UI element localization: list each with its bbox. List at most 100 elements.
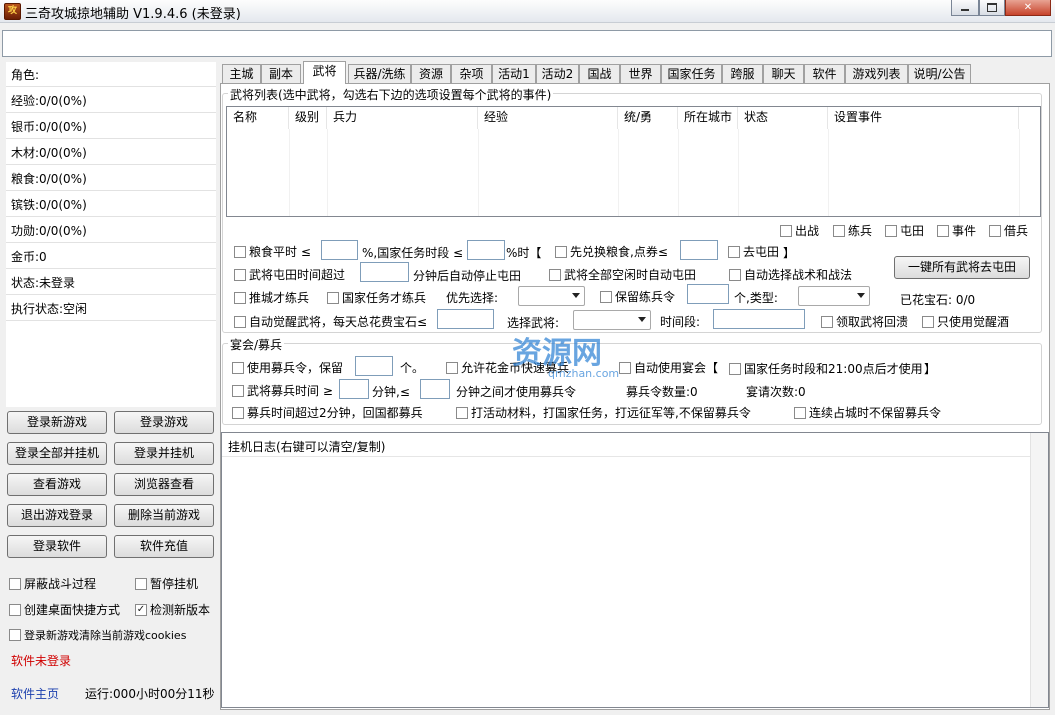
all-generals-farm-button[interactable]: 一键所有武将去屯田 xyxy=(894,256,1030,279)
exchange-first-checkbox[interactable] xyxy=(555,245,567,258)
view-game-button[interactable]: 查看游戏 xyxy=(7,473,107,496)
auto-awaken-option[interactable]: 自动觉醒武将，每天总花费宝石≤ xyxy=(234,313,427,330)
login-game-button[interactable]: 登录游戏 xyxy=(114,411,214,434)
continuous-capture-checkbox[interactable] xyxy=(794,406,806,419)
tab-game-list[interactable]: 游戏列表 xyxy=(845,64,908,83)
auto-awaken-checkbox[interactable] xyxy=(234,315,246,328)
clear-cookies-option[interactable]: 登录新游戏清除当前游戏cookies xyxy=(9,627,186,643)
exchange-first-option[interactable]: 先兑换粮食,点券≤ xyxy=(555,243,668,260)
train-city-option[interactable]: 推城才练兵 xyxy=(234,289,309,306)
login-new-game-button[interactable]: 登录新游戏 xyxy=(7,411,107,434)
event-borrow-option[interactable]: 借兵 xyxy=(989,222,1028,239)
awaken-wine-checkbox[interactable] xyxy=(922,315,934,328)
recruit-keep-input[interactable] xyxy=(355,356,393,376)
allow-gold-checkbox[interactable] xyxy=(446,361,458,374)
general-list[interactable]: 名称 级别 兵力 经验 统/勇 所在城市 状态 设置事件 xyxy=(226,106,1041,217)
col-leadership[interactable]: 统/勇 xyxy=(618,107,678,129)
event-event-option[interactable]: 事件 xyxy=(937,222,976,239)
tab-dungeon[interactable]: 副本 xyxy=(261,64,301,83)
all-idle-farm-option[interactable]: 武将全部空闲时自动屯田 xyxy=(549,266,696,283)
url-input[interactable] xyxy=(2,30,1052,57)
keep-token-option[interactable]: 保留练兵令 xyxy=(600,288,675,305)
food-national-input[interactable] xyxy=(467,240,505,260)
browser-view-button[interactable]: 浏览器查看 xyxy=(114,473,214,496)
claim-return-checkbox[interactable] xyxy=(821,315,833,328)
go-farm-option[interactable]: 去屯田 xyxy=(728,243,779,260)
train-city-checkbox[interactable] xyxy=(234,291,246,304)
event-materials-checkbox[interactable] xyxy=(456,406,468,419)
select-general-dropdown[interactable] xyxy=(573,310,651,330)
login-and-hang-button[interactable]: 登录并挂机 xyxy=(114,442,214,465)
col-city[interactable]: 所在城市 xyxy=(678,107,738,129)
pause-option[interactable]: 暂停挂机 xyxy=(135,575,198,592)
food-flat-checkbox[interactable] xyxy=(234,245,246,258)
close-button[interactable]: ✕ xyxy=(1005,0,1051,16)
national-after-checkbox[interactable] xyxy=(729,362,741,375)
farm-time-input[interactable] xyxy=(360,262,409,282)
event-train-option[interactable]: 练兵 xyxy=(833,222,872,239)
event-borrow-checkbox[interactable] xyxy=(989,224,1001,237)
recruit-time-checkbox[interactable] xyxy=(232,384,244,397)
logout-game-button[interactable]: 退出游戏登录 xyxy=(7,504,107,527)
block-battle-option[interactable]: 屏蔽战斗过程 xyxy=(9,575,96,592)
awaken-wine-option[interactable]: 只使用觉醒酒 xyxy=(922,313,1009,330)
desktop-shortcut-checkbox[interactable] xyxy=(9,603,21,616)
event-train-checkbox[interactable] xyxy=(833,224,845,237)
tab-cross-server[interactable]: 跨服 xyxy=(722,64,763,83)
desktop-shortcut-option[interactable]: 创建桌面快捷方式 xyxy=(9,601,120,618)
recruit-time-max-input[interactable] xyxy=(420,379,450,399)
over-2min-option[interactable]: 募兵时间超过2分钟，回国都募兵 xyxy=(232,404,423,421)
national-after-option[interactable]: 国家任务时段和21:00点后才使用 xyxy=(729,360,923,377)
recruit-time-min-input[interactable] xyxy=(339,379,369,399)
claim-return-option[interactable]: 领取武将回溃 xyxy=(821,313,908,330)
col-exp[interactable]: 经验 xyxy=(478,107,618,129)
tab-event2[interactable]: 活动2 xyxy=(536,64,579,83)
food-flat-option[interactable]: 粮食平时 ≤ xyxy=(234,243,311,260)
priority-select[interactable] xyxy=(518,286,585,306)
time-range-input[interactable] xyxy=(713,309,805,329)
keep-token-checkbox[interactable] xyxy=(600,290,612,303)
auto-banquet-checkbox[interactable] xyxy=(619,361,631,374)
keep-token-input[interactable] xyxy=(687,284,729,304)
login-software-button[interactable]: 登录软件 xyxy=(7,535,107,558)
all-idle-farm-checkbox[interactable] xyxy=(549,268,561,281)
awaken-gems-input[interactable] xyxy=(437,309,494,329)
exchange-coupon-input[interactable] xyxy=(680,240,718,260)
check-update-option[interactable]: ✓ 检测新版本 xyxy=(135,601,210,618)
farm-time-checkbox[interactable] xyxy=(234,268,246,281)
tab-resources[interactable]: 资源 xyxy=(411,64,451,83)
tab-event1[interactable]: 活动1 xyxy=(492,64,536,83)
check-update-checkbox[interactable]: ✓ xyxy=(135,603,147,616)
type-select[interactable] xyxy=(798,286,870,306)
col-status[interactable]: 状态 xyxy=(738,107,828,129)
tab-notice[interactable]: 说明/公告 xyxy=(908,64,971,83)
event-event-checkbox[interactable] xyxy=(937,224,949,237)
tab-main-city[interactable]: 主城 xyxy=(222,64,261,83)
pause-checkbox[interactable] xyxy=(135,577,147,590)
col-troops[interactable]: 兵力 xyxy=(327,107,478,129)
tab-misc[interactable]: 杂项 xyxy=(451,64,492,83)
clear-cookies-checkbox[interactable] xyxy=(9,629,21,641)
event-battle-checkbox[interactable] xyxy=(780,224,792,237)
maximize-button[interactable] xyxy=(979,0,1005,16)
over-2min-checkbox[interactable] xyxy=(232,406,244,419)
col-level[interactable]: 级别 xyxy=(289,107,327,129)
tab-weapons[interactable]: 兵器/洗练 xyxy=(348,64,411,83)
col-events[interactable]: 设置事件 xyxy=(828,107,1019,129)
farm-time-option[interactable]: 武将屯田时间超过 xyxy=(234,266,345,283)
event-farm-option[interactable]: 屯田 xyxy=(885,222,924,239)
recruit-time-option[interactable]: 武将募兵时间 ≥ xyxy=(232,382,333,399)
tab-software[interactable]: 软件 xyxy=(804,64,845,83)
continuous-capture-option[interactable]: 连续占城时不保留募兵令 xyxy=(794,404,941,421)
go-farm-checkbox[interactable] xyxy=(728,245,740,258)
col-name[interactable]: 名称 xyxy=(227,107,289,129)
log-scrollbar[interactable] xyxy=(1030,433,1048,707)
delete-game-button[interactable]: 删除当前游戏 xyxy=(114,504,214,527)
auto-tactics-checkbox[interactable] xyxy=(729,268,741,281)
train-national-checkbox[interactable] xyxy=(327,291,339,304)
food-flat-input[interactable] xyxy=(321,240,358,260)
use-recruit-option[interactable]: 使用募兵令，保留 xyxy=(232,359,343,376)
tab-national-war[interactable]: 国战 xyxy=(579,64,620,83)
auto-tactics-option[interactable]: 自动选择战术和战法 xyxy=(729,266,852,283)
tab-generals[interactable]: 武将 xyxy=(303,61,346,84)
